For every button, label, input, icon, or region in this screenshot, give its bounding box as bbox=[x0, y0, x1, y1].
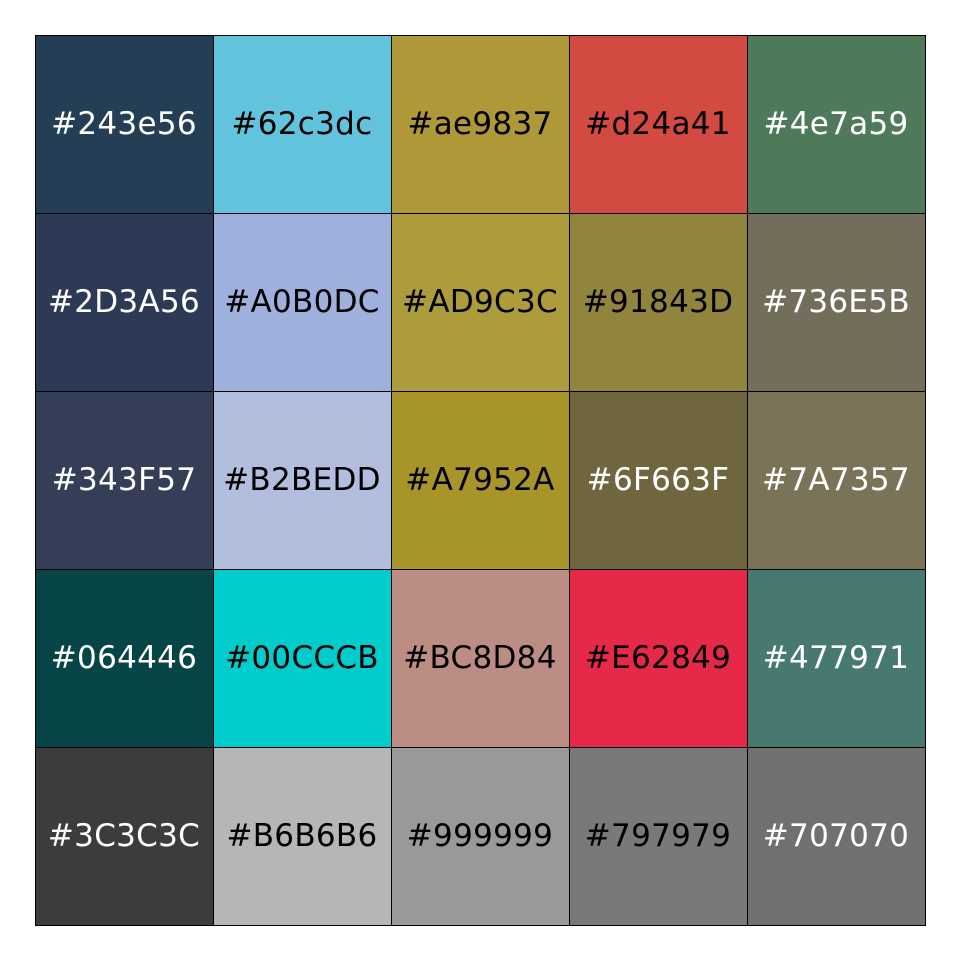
color-swatch: #AD9C3C bbox=[390, 212, 570, 392]
color-swatch: #BC8D84 bbox=[390, 568, 570, 748]
swatch-hex-label: #E62849 bbox=[584, 640, 732, 676]
swatch-hex-label: #AD9C3C bbox=[402, 284, 558, 320]
color-swatch: #999999 bbox=[390, 746, 570, 926]
swatch-hex-label: #B2BEDD bbox=[223, 462, 381, 498]
color-swatch: #343F57 bbox=[34, 390, 214, 570]
swatch-hex-label: #6F663F bbox=[586, 462, 730, 498]
color-swatch: #064446 bbox=[34, 568, 214, 748]
swatch-hex-label: #d24a41 bbox=[585, 106, 731, 142]
swatch-hex-label: #7A7357 bbox=[762, 462, 910, 498]
swatch-hex-label: #62c3dc bbox=[231, 106, 373, 142]
swatch-hex-label: #736E5B bbox=[762, 284, 910, 320]
swatch-hex-label: #ae9837 bbox=[407, 106, 553, 142]
swatch-hex-label: #A0B0DC bbox=[224, 284, 380, 320]
color-swatch-grid: #243e56 #62c3dc #ae9837 #d24a41 #4e7a59 #2D3A… bbox=[34, 34, 926, 926]
swatch-hex-label: #797979 bbox=[584, 818, 732, 854]
swatch-hex-label: #4e7a59 bbox=[763, 106, 909, 142]
swatch-hex-label: #A7952A bbox=[405, 462, 555, 498]
color-swatch: #6F663F bbox=[568, 390, 748, 570]
color-swatch: #B2BEDD bbox=[212, 390, 392, 570]
color-swatch: #3C3C3C bbox=[34, 746, 214, 926]
color-swatch: #736E5B bbox=[746, 212, 926, 392]
color-swatch: #A7952A bbox=[390, 390, 570, 570]
swatch-hex-label: #BC8D84 bbox=[403, 640, 557, 676]
color-swatch: #62c3dc bbox=[212, 34, 392, 214]
swatch-hex-label: #00CCCB bbox=[225, 640, 379, 676]
color-swatch: #477971 bbox=[746, 568, 926, 748]
swatch-hex-label: #3C3C3C bbox=[47, 818, 201, 854]
swatch-hex-label: #243e56 bbox=[51, 106, 197, 142]
swatch-hex-label: #91843D bbox=[582, 284, 734, 320]
swatch-hex-label: #707070 bbox=[762, 818, 910, 854]
color-swatch: #B6B6B6 bbox=[212, 746, 392, 926]
color-swatch: #7A7357 bbox=[746, 390, 926, 570]
color-swatch: #ae9837 bbox=[390, 34, 570, 214]
color-swatch: #243e56 bbox=[34, 34, 214, 214]
swatch-hex-label: #2D3A56 bbox=[47, 284, 201, 320]
color-swatch: #00CCCB bbox=[212, 568, 392, 748]
color-swatch: #2D3A56 bbox=[34, 212, 214, 392]
color-swatch: #797979 bbox=[568, 746, 748, 926]
color-swatch: #4e7a59 bbox=[746, 34, 926, 214]
swatch-hex-label: #477971 bbox=[762, 640, 910, 676]
color-swatch: #91843D bbox=[568, 212, 748, 392]
swatch-hex-label: #999999 bbox=[406, 818, 554, 854]
swatch-hex-label: #064446 bbox=[50, 640, 198, 676]
color-swatch: #d24a41 bbox=[568, 34, 748, 214]
color-swatch: #707070 bbox=[746, 746, 926, 926]
swatch-hex-label: #343F57 bbox=[51, 462, 197, 498]
swatch-hex-label: #B6B6B6 bbox=[226, 818, 378, 854]
color-swatch: #E62849 bbox=[568, 568, 748, 748]
color-swatch: #A0B0DC bbox=[212, 212, 392, 392]
